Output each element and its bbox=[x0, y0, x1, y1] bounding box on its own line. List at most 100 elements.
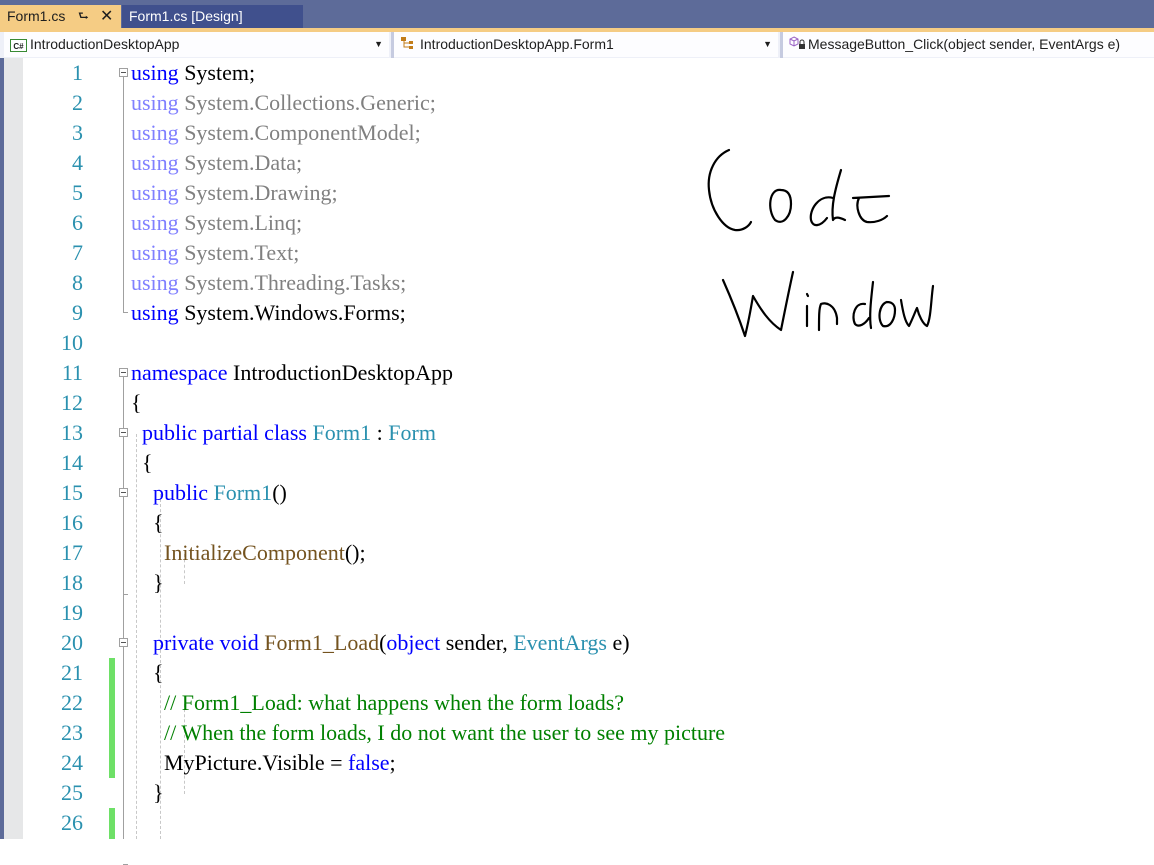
code-line[interactable]: 23 // When the form loads, I do not want… bbox=[23, 718, 1154, 748]
code-token: } bbox=[131, 780, 164, 805]
code-line[interactable]: 15 public Form1() bbox=[23, 478, 1154, 508]
code-text: namespace IntroductionDesktopApp bbox=[131, 358, 453, 388]
code-token: namespace bbox=[131, 360, 228, 385]
code-text: using System.Linq; bbox=[131, 208, 302, 238]
code-token: ; bbox=[389, 750, 396, 775]
code-token: using bbox=[131, 300, 179, 325]
code-line[interactable]: 19 bbox=[23, 598, 1154, 628]
code-line[interactable]: 20 private void Form1_Load(object sender… bbox=[23, 628, 1154, 658]
code-token: object bbox=[386, 630, 441, 655]
line-number: 26 bbox=[61, 810, 83, 835]
code-token: EventArgs bbox=[513, 630, 607, 655]
stroke-letter-o bbox=[769, 188, 793, 223]
line-number: 8 bbox=[72, 270, 83, 295]
code-token: System.Text; bbox=[178, 240, 300, 265]
handwritten-annotation bbox=[695, 140, 955, 350]
stroke-letter-d bbox=[809, 168, 847, 227]
chevron-down-icon: ▼ bbox=[374, 39, 383, 49]
code-token: private void bbox=[153, 630, 259, 655]
code-token: System.Drawing; bbox=[178, 180, 338, 205]
line-number: 1 bbox=[72, 60, 83, 85]
code-token: { bbox=[131, 660, 164, 685]
code-line[interactable]: 6 using System.Linq; bbox=[23, 208, 1154, 238]
code-editor[interactable]: 1 using System; 2 using System.Collections.… bbox=[23, 58, 1154, 865]
line-number: 11 bbox=[61, 360, 83, 385]
code-line[interactable]: 16 { bbox=[23, 508, 1154, 538]
code-line[interactable]: 3 using System.ComponentModel; bbox=[23, 118, 1154, 148]
code-token: System.Threading.Tasks; bbox=[178, 270, 407, 295]
code-token: Form1 bbox=[312, 420, 372, 445]
tab-label: Form1.cs [Design] bbox=[129, 8, 243, 24]
line-number: 6 bbox=[72, 210, 83, 235]
code-line[interactable]: 14 { bbox=[23, 448, 1154, 478]
code-token: { bbox=[131, 390, 142, 415]
tab-label: Form1.cs bbox=[7, 8, 66, 24]
code-token: } bbox=[131, 570, 164, 595]
code-line[interactable]: 17 InitializeComponent(); bbox=[23, 538, 1154, 568]
line-number: 25 bbox=[61, 780, 83, 805]
code-token: using bbox=[131, 210, 179, 235]
line-number: 21 bbox=[61, 660, 83, 685]
code-line[interactable]: 25 } bbox=[23, 778, 1154, 808]
chevron-down-icon: ▼ bbox=[763, 39, 772, 49]
code-token: e) bbox=[606, 630, 630, 655]
code-token: using bbox=[131, 150, 179, 175]
code-line[interactable]: 9 using System.Windows.Forms; bbox=[23, 298, 1154, 328]
code-token: { bbox=[131, 450, 153, 475]
code-text: private void Form1_Load(object sender, E… bbox=[131, 628, 630, 658]
code-token: Form1 bbox=[213, 480, 273, 505]
code-text: public partial class Form1 : Form bbox=[131, 418, 436, 448]
code-token: (); bbox=[344, 540, 366, 565]
code-text: using System.Windows.Forms; bbox=[131, 298, 406, 328]
code-token: Form1_Load bbox=[264, 630, 380, 655]
code-line[interactable]: 11 namespace IntroductionDesktopApp bbox=[23, 358, 1154, 388]
project-dropdown[interactable]: C# IntroductionDesktopApp ▼ bbox=[4, 32, 389, 57]
code-text: using System.Drawing; bbox=[131, 178, 338, 208]
code-token: System.Linq; bbox=[178, 210, 303, 235]
code-token: // When the form loads, I do not want th… bbox=[164, 720, 726, 745]
line-number: 17 bbox=[61, 540, 83, 565]
code-line[interactable]: 7 using System.Text; bbox=[23, 238, 1154, 268]
code-text: } bbox=[131, 568, 164, 598]
code-line[interactable]: 13 public partial class Form1 : Form bbox=[23, 418, 1154, 448]
code-token: false bbox=[348, 750, 390, 775]
handwriting-strokes bbox=[707, 148, 935, 338]
document-tab-strip: Form1.cs ⮑ ✕ Form1.cs [Design] bbox=[0, 0, 1154, 28]
close-icon[interactable]: ✕ bbox=[100, 5, 113, 28]
line-number: 12 bbox=[61, 390, 83, 415]
csharp-project-icon: C# bbox=[10, 38, 27, 52]
code-line[interactable]: 18 } bbox=[23, 568, 1154, 598]
line-number: 5 bbox=[72, 180, 83, 205]
code-line[interactable]: 1 using System; bbox=[23, 58, 1154, 88]
stroke-letter-o2 bbox=[878, 300, 897, 328]
code-line[interactable]: 5 using System.Drawing; bbox=[23, 178, 1154, 208]
code-token: Form bbox=[388, 420, 436, 445]
code-line[interactable]: 2 using System.Collections.Generic; bbox=[23, 88, 1154, 118]
type-dropdown[interactable]: IntroductionDesktopApp.Form1 ▼ bbox=[394, 32, 778, 57]
line-number: 18 bbox=[61, 570, 83, 595]
code-line[interactable]: 4 using System.Data; bbox=[23, 148, 1154, 178]
member-dropdown[interactable]: MessageButton_Click(object sender, Event… bbox=[783, 32, 1154, 57]
tab-form1-cs[interactable]: Form1.cs ⮑ ✕ bbox=[0, 5, 121, 28]
line-number: 22 bbox=[61, 690, 83, 715]
code-text: using System; bbox=[131, 58, 255, 88]
code-line[interactable]: 21 { bbox=[23, 658, 1154, 688]
code-text: // When the form loads, I do not want th… bbox=[131, 718, 725, 748]
code-line[interactable]: 10 bbox=[23, 328, 1154, 358]
code-line[interactable]: 26 bbox=[23, 808, 1154, 838]
tab-form1-design[interactable]: Form1.cs [Design] bbox=[122, 5, 303, 28]
code-line[interactable]: 22 // Form1_Load: what happens when the … bbox=[23, 688, 1154, 718]
code-text: MyPicture.Visible = false; bbox=[131, 748, 396, 778]
code-text: using System.Text; bbox=[131, 238, 299, 268]
code-line[interactable]: 8 using System.Threading.Tasks; bbox=[23, 268, 1154, 298]
code-text: using System.Collections.Generic; bbox=[131, 88, 436, 118]
stroke-letter-e bbox=[851, 194, 891, 224]
code-text: { bbox=[131, 658, 164, 688]
code-token: using bbox=[131, 90, 179, 115]
pin-icon[interactable]: ⮑ bbox=[78, 5, 89, 28]
code-line[interactable]: 24 MyPicture.Visible = false; bbox=[23, 748, 1154, 778]
code-text: { bbox=[131, 448, 153, 478]
code-line[interactable]: 12 { bbox=[23, 388, 1154, 418]
